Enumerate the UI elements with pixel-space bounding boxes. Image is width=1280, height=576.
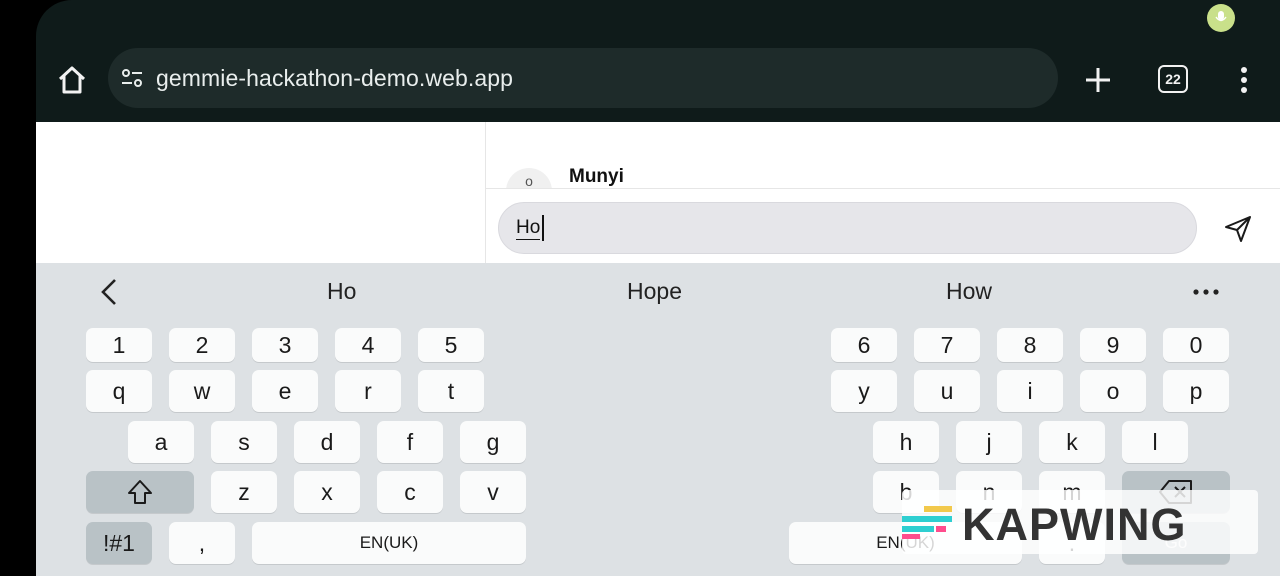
- message-input[interactable]: Ho: [498, 202, 1197, 254]
- screen: gemmie-hackathon-demo.web.app 22 o Munyi…: [0, 0, 1280, 576]
- shift-icon: [128, 480, 152, 504]
- message-input-value: Ho: [516, 217, 541, 240]
- shift-key[interactable]: [86, 471, 194, 513]
- avatar: o: [506, 168, 552, 188]
- tune-icon[interactable]: [120, 66, 144, 90]
- key-u[interactable]: u: [914, 370, 980, 412]
- key-t[interactable]: t: [418, 370, 484, 412]
- space-bar-left[interactable]: EN(UK): [252, 522, 526, 564]
- key-o[interactable]: o: [1080, 370, 1146, 412]
- address-bar[interactable]: gemmie-hackathon-demo.web.app: [108, 48, 1058, 108]
- key-3[interactable]: 3: [252, 328, 318, 362]
- key-8[interactable]: 8: [997, 328, 1063, 362]
- key-l[interactable]: l: [1122, 421, 1188, 463]
- key-q[interactable]: q: [86, 370, 152, 412]
- key-5[interactable]: 5: [418, 328, 484, 362]
- plus-icon[interactable]: [1082, 64, 1114, 96]
- watermark-text: KAPWING: [962, 499, 1187, 550]
- chat-name: Munyi: [569, 166, 624, 187]
- key-y[interactable]: y: [831, 370, 897, 412]
- comma-key[interactable]: ,: [169, 522, 235, 564]
- symbols-key[interactable]: !#1: [86, 522, 152, 564]
- home-icon[interactable]: [56, 64, 88, 96]
- suggestion-3[interactable]: How: [946, 278, 992, 305]
- url-text[interactable]: gemmie-hackathon-demo.web.app: [156, 65, 513, 92]
- sidebar-pane: [36, 122, 486, 263]
- key-4[interactable]: 4: [335, 328, 401, 362]
- key-e[interactable]: e: [252, 370, 318, 412]
- browser-toolbar: gemmie-hackathon-demo.web.app 22: [36, 40, 1280, 120]
- chevron-left-icon[interactable]: [96, 277, 122, 307]
- web-page: o Munyi Ho: [36, 122, 1280, 263]
- key-f[interactable]: f: [377, 421, 443, 463]
- mic-indicator-icon: [1207, 4, 1235, 32]
- key-9[interactable]: 9: [1080, 328, 1146, 362]
- key-2[interactable]: 2: [169, 328, 235, 362]
- key-x[interactable]: x: [294, 471, 360, 513]
- key-g[interactable]: g: [460, 421, 526, 463]
- tab-switcher-button[interactable]: 22: [1158, 65, 1188, 93]
- key-z[interactable]: z: [211, 471, 277, 513]
- text-caret: [542, 215, 544, 241]
- key-h[interactable]: h: [873, 421, 939, 463]
- key-j[interactable]: j: [956, 421, 1022, 463]
- key-6[interactable]: 6: [831, 328, 897, 362]
- watermark: KAPWING: [902, 490, 1258, 554]
- key-c[interactable]: c: [377, 471, 443, 513]
- key-a[interactable]: a: [128, 421, 194, 463]
- key-1[interactable]: 1: [86, 328, 152, 362]
- chat-list-item[interactable]: o Munyi: [486, 122, 1280, 189]
- suggestion-1[interactable]: Ho: [327, 278, 356, 305]
- send-icon[interactable]: [1223, 214, 1253, 244]
- suggestion-2[interactable]: Hope: [627, 278, 682, 305]
- key-r[interactable]: r: [335, 370, 401, 412]
- key-7[interactable]: 7: [914, 328, 980, 362]
- key-0[interactable]: 0: [1163, 328, 1229, 362]
- key-k[interactable]: k: [1039, 421, 1105, 463]
- key-p[interactable]: p: [1163, 370, 1229, 412]
- key-s[interactable]: s: [211, 421, 277, 463]
- key-v[interactable]: v: [460, 471, 526, 513]
- tab-count: 22: [1165, 71, 1181, 87]
- kapwing-logo-icon: [902, 506, 952, 539]
- key-i[interactable]: i: [997, 370, 1063, 412]
- key-d[interactable]: d: [294, 421, 360, 463]
- more-vert-icon[interactable]: [1232, 64, 1256, 96]
- key-w[interactable]: w: [169, 370, 235, 412]
- more-horiz-icon[interactable]: [1192, 279, 1220, 305]
